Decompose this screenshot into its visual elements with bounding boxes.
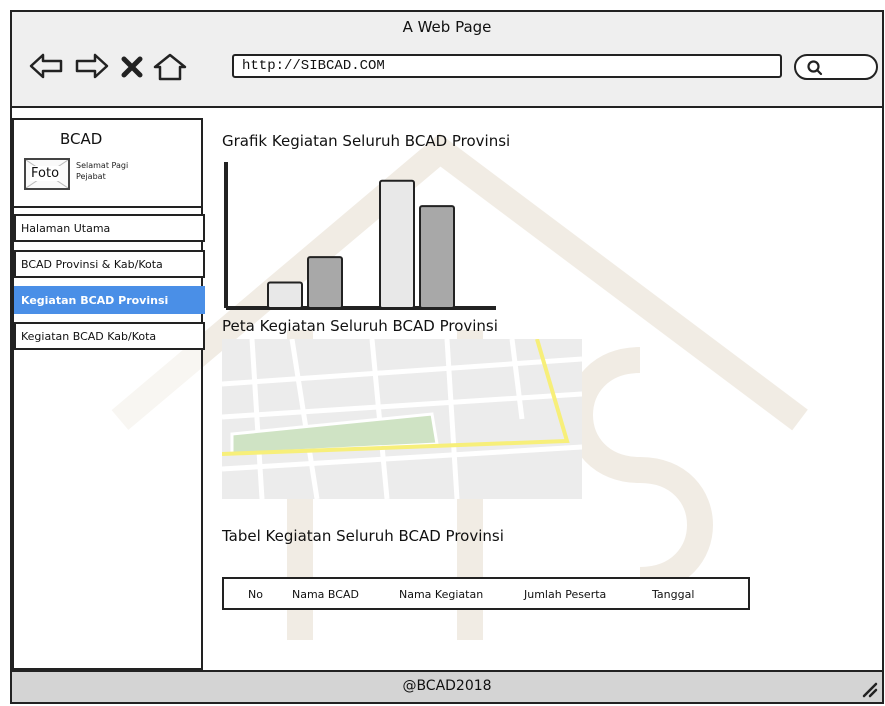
url-bar[interactable]: http://SIBCAD.COM bbox=[232, 54, 782, 78]
map-title: Peta Kegiatan Seluruh BCAD Provinsi bbox=[222, 317, 498, 335]
brand-name: BCAD bbox=[60, 130, 103, 148]
forward-arrow-icon[interactable] bbox=[74, 52, 110, 80]
photo-label: Foto bbox=[30, 166, 61, 181]
sidebar-item-kegiatan-bcad-kab-kota[interactable]: Kegiatan BCAD Kab/Kota bbox=[14, 322, 205, 350]
chart-title: Grafik Kegiatan Seluruh BCAD Provinsi bbox=[222, 132, 511, 150]
search-field[interactable] bbox=[794, 54, 878, 80]
chart-bar-group2-series1 bbox=[379, 179, 415, 309]
greeting-line-2: Pejabat bbox=[76, 172, 106, 181]
activity-bar-chart bbox=[224, 162, 496, 310]
profile-photo: Foto bbox=[24, 158, 70, 190]
resize-handle-icon[interactable] bbox=[862, 682, 878, 698]
browser-window: A Web Page http://SIBCAD.COM BCAD Foto S… bbox=[10, 10, 884, 704]
close-x-icon[interactable] bbox=[120, 56, 144, 78]
sidebar-profile: BCAD Foto Selamat Pagi Pejabat bbox=[14, 120, 201, 208]
chart-bar-group1-series2 bbox=[307, 256, 343, 310]
activity-map[interactable] bbox=[222, 339, 582, 499]
window-title: A Web Page bbox=[402, 18, 492, 36]
chart-bar-group1-series1 bbox=[267, 281, 303, 310]
greeting: Selamat Pagi Pejabat bbox=[76, 160, 128, 182]
table-header-tanggal: Tanggal bbox=[652, 588, 695, 601]
chart-bar-group2-series2 bbox=[419, 205, 455, 310]
home-icon[interactable] bbox=[152, 52, 188, 82]
table-header-nama-kegiatan: Nama Kegiatan bbox=[399, 588, 484, 601]
activity-table: No Nama BCAD Nama Kegiatan Jumlah Pesert… bbox=[222, 577, 750, 610]
browser-titlebar: A Web Page http://SIBCAD.COM bbox=[12, 12, 882, 108]
table-header-nama-bcad: Nama BCAD bbox=[292, 588, 359, 601]
sidebar-item-bcad-provinsi-kab-kota[interactable]: BCAD Provinsi & Kab/Kota bbox=[14, 250, 205, 278]
table-header-jumlah-peserta: Jumlah Peserta bbox=[524, 588, 607, 601]
sidebar-item-kegiatan-bcad-provinsi[interactable]: Kegiatan BCAD Provinsi bbox=[14, 286, 205, 314]
table-header-no: No bbox=[248, 588, 263, 601]
table-title: Tabel Kegiatan Seluruh BCAD Provinsi bbox=[222, 527, 504, 545]
back-arrow-icon[interactable] bbox=[28, 52, 64, 80]
greeting-line-1: Selamat Pagi bbox=[76, 161, 129, 170]
search-icon bbox=[807, 60, 823, 76]
sidebar-item-halaman-utama[interactable]: Halaman Utama bbox=[14, 214, 205, 242]
footer-bar: @BCAD2018 bbox=[12, 670, 882, 702]
footer-text: @BCAD2018 bbox=[402, 678, 492, 694]
sidebar: BCAD Foto Selamat Pagi Pejabat Halaman U… bbox=[12, 118, 205, 670]
